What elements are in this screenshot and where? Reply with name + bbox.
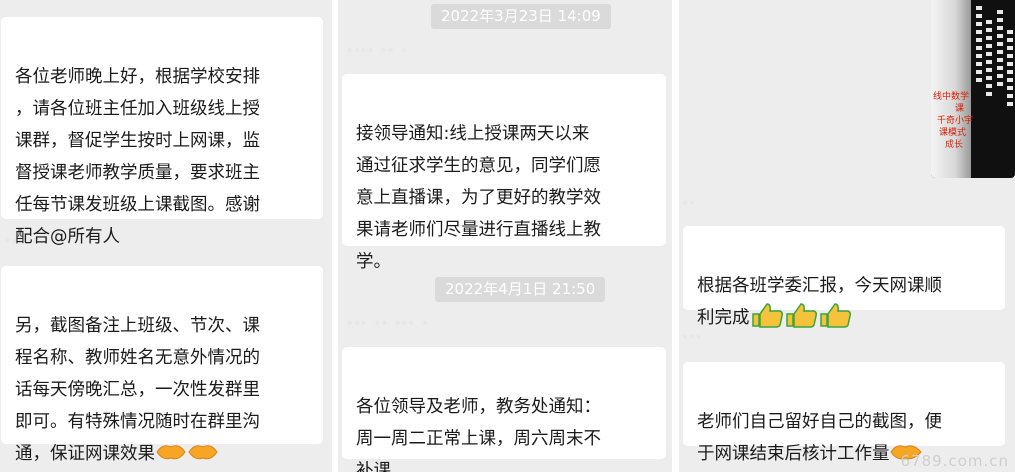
message-text: 另，截图备注上班级、节次、课 程名称、教师姓名无意外情况的 话每天傍晚汇总，一次…	[15, 316, 260, 464]
thumbs-up-icon	[750, 302, 854, 339]
sender-name: ··	[683, 196, 697, 210]
chat-panel-2: 2022年3月23日 14:09 ···· ·· · 接领导通知:线上授课两天以…	[338, 0, 672, 472]
image-message-thumbnail[interactable]: 线中数学 课 千奇小宇 课模式 成长	[931, 0, 1015, 178]
thumbnail-text: 成长	[945, 140, 964, 150]
message-bubble[interactable]: 各位老师晚上好，根据学校安排 ，请各位班主任加入班级线上授 课群，督促学生按时上…	[1, 17, 323, 247]
message-text: 各位老师晚上好，根据学校安排 ，请各位班主任加入班级线上授 课群，督促学生按时上…	[15, 67, 260, 247]
message-bubble[interactable]: 各位领导及老师，教务处通知： 周一周二正常上课，周六周末不 补课	[342, 347, 666, 472]
sender-name: ··· ·	[6, 234, 41, 248]
message-text: 接领导通知:线上授课两天以来 通过征求学生的意见，同学们愿 意上直播课，为了更好…	[356, 124, 601, 272]
message-bubble[interactable]: 根据各班学委汇报，今天网课顺 利完成	[683, 226, 1005, 328]
message-text: 各位领导及老师，教务处通知： 周一周二正常上课，周六周末不 补课	[356, 397, 601, 472]
thumbnail-text: 线中数学	[933, 92, 970, 102]
chat-panel-1: 各位老师晚上好，根据学校安排 ，请各位班主任加入班级线上授 课群，督促学生按时上…	[0, 0, 332, 472]
sender-name: ··· ·· ··· ·	[348, 316, 430, 330]
thumbnail-text: 课	[955, 104, 965, 114]
message-bubble[interactable]: 另，截图备注上班级、节次、课 程名称、教师姓名无意外情况的 话每天傍晚汇总，一次…	[1, 266, 323, 464]
timestamp: 2022年3月23日 14:09	[431, 4, 611, 29]
handshake-icon	[155, 440, 219, 472]
sender-name: ···	[683, 330, 704, 344]
timestamp: 2022年4月1日 21:50	[435, 277, 606, 302]
sender-name: ···· ·· ·	[348, 43, 410, 57]
thumbnail-text: 千奇小宇	[937, 116, 974, 126]
message-bubble[interactable]: 接领导通知:线上授课两天以来 通过征求学生的意见，同学们愿 意上直播课，为了更好…	[342, 74, 666, 272]
watermark: 6789.com.cn	[900, 452, 1009, 470]
thumbnail-text: 课模式	[939, 128, 967, 138]
message-bubble[interactable]: 老师们自己留好自己的截图，便 于网课结束后核计工作量	[683, 362, 1005, 464]
